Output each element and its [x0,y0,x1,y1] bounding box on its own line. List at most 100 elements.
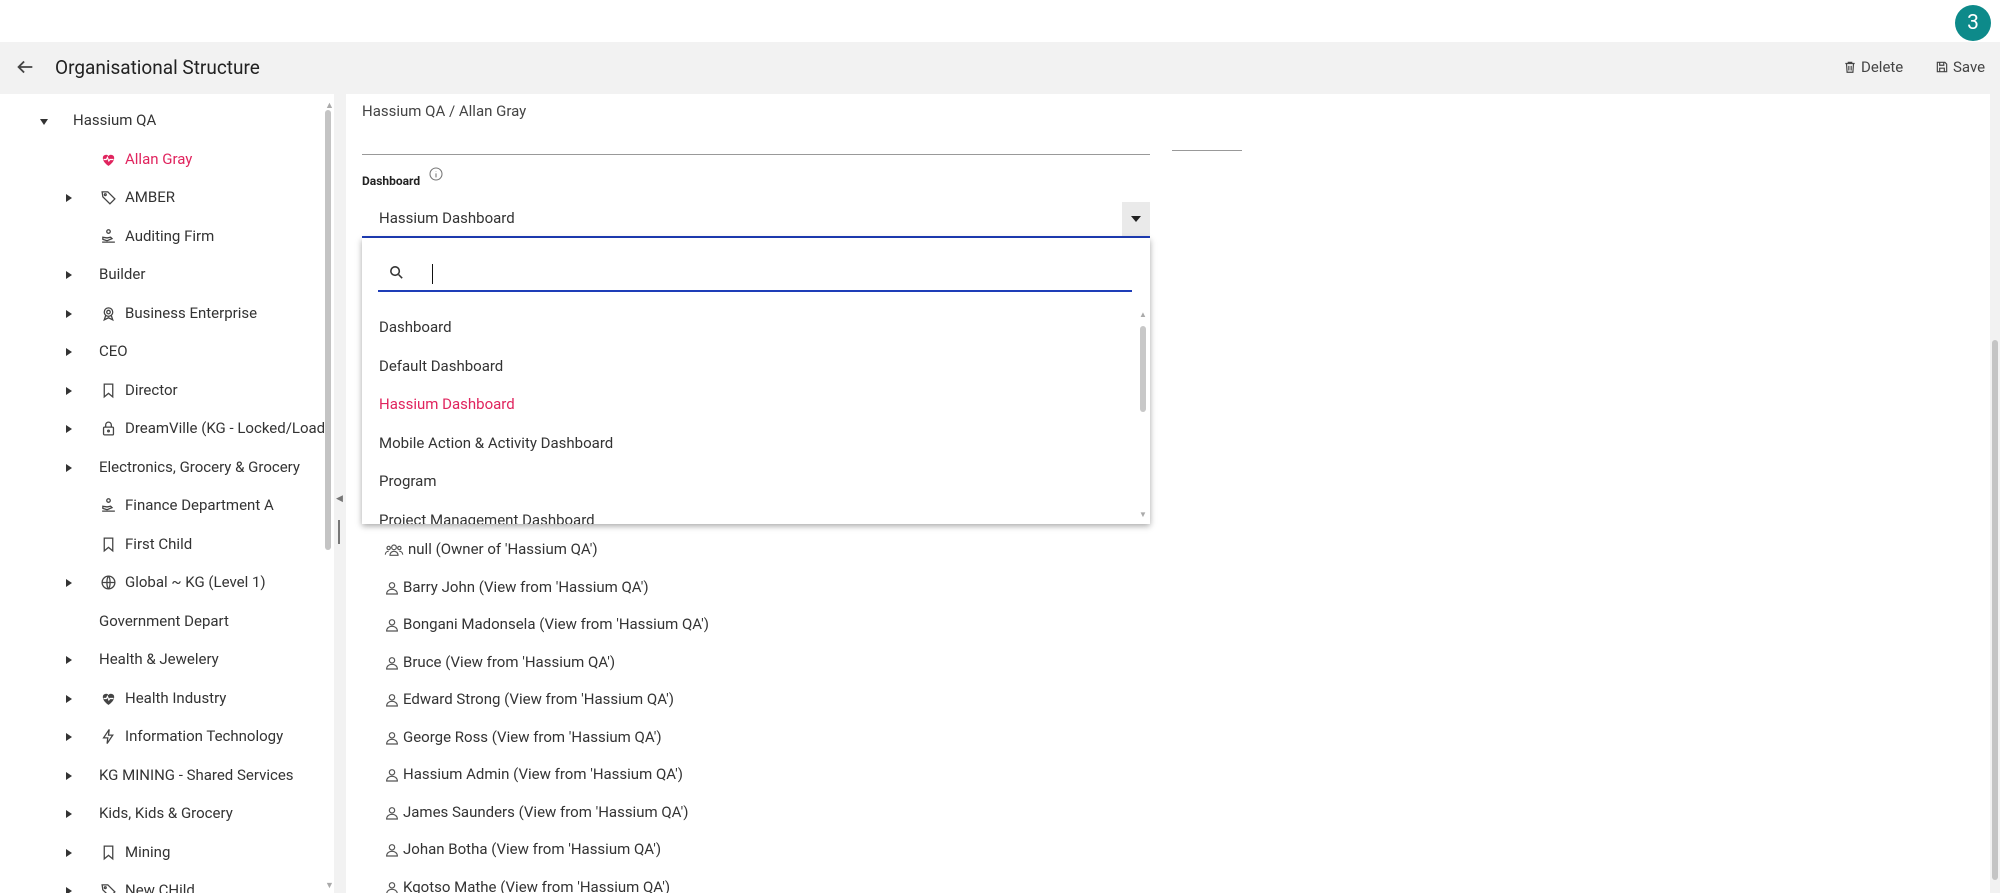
dropdown-option[interactable]: Dashboard [379,318,452,336]
bookmark-icon [100,844,117,861]
collapsed-caret-icon[interactable] [66,810,72,818]
tree-item-label: Information Technology [125,727,284,745]
permission-label: Bongani Madonsela (View from 'Hassium QA… [403,615,710,633]
collapse-panel-icon[interactable]: ◀ [336,494,343,504]
tree-item[interactable]: Health & Jewelery [12,645,334,675]
collapsed-caret-icon[interactable] [66,579,72,587]
tree-item[interactable]: Mining [12,838,334,868]
dropdown-option[interactable]: Mobile Action & Activity Dashboard [379,434,613,452]
tree-item[interactable]: Health Industry [12,684,334,714]
back-arrow-icon[interactable] [14,56,36,78]
resize-handle[interactable] [338,520,340,544]
user-icon [384,692,400,708]
tree-item[interactable]: New CHild [12,876,334,893]
trash-icon [1845,61,1855,73]
tree-item[interactable]: First Child [12,530,334,560]
collapsed-caret-icon[interactable] [66,271,72,279]
tree-item[interactable]: Kids, Kids & Grocery [12,799,334,829]
user-icon [384,805,400,821]
org-tree: Hassium QA Allan Gray AMBER Auditing Firm Bu… [12,94,334,893]
secondary-field-underline[interactable] [1172,150,1242,151]
info-icon[interactable] [428,166,444,182]
dropdown-scroll-up-icon[interactable]: ▲ [1139,310,1147,319]
tree-item[interactable]: Global ~ KG (Level 1) [12,568,334,598]
bookmark-icon [100,536,117,553]
tree-item[interactable]: CEO [12,337,334,367]
permission-label: Johan Botha (View from 'Hassium QA') [403,840,662,858]
tree-item-label: Allan Gray [125,149,193,168]
tree-item[interactable]: Director [12,376,334,406]
delete-label: Delete [1861,58,1904,76]
dropdown-option[interactable]: Hassium Dashboard [379,395,515,413]
user-icon [384,767,400,783]
tree-item[interactable]: Finance Department A [12,491,334,521]
permission-label: Hassium Admin (View from 'Hassium QA') [403,765,684,783]
collapsed-caret-icon[interactable] [66,386,72,395]
tree-item[interactable]: DreamVille (KG - Locked/Load [12,414,334,444]
app-root: Organisational Structure Delete Save 1 2… [0,0,2000,893]
collapsed-caret-icon[interactable] [66,848,72,857]
page-title: Organisational Structure [55,56,260,79]
tree-item[interactable]: Information Technology [12,722,334,752]
dropdown-scrollbar[interactable] [1140,326,1146,412]
expanded-caret-icon[interactable] [40,119,48,125]
tree-item[interactable]: Business Enterprise [12,299,334,329]
dropdown-option[interactable]: Program [379,472,436,490]
tree-item-label: Director [125,380,178,399]
user-icon [384,580,400,596]
text-cursor [432,264,433,284]
dashboard-select[interactable]: Hassium Dashboard [362,202,1150,238]
tree-item[interactable]: Hassium QA [12,106,334,136]
permission-label: George Ross (View from 'Hassium QA') [403,727,662,746]
heart-pulse-icon [100,690,117,707]
tree-item-label: New CHild [125,881,195,893]
dropdown-search-field[interactable] [378,256,1132,292]
bookmark-icon [100,382,117,399]
tree-item[interactable]: KG MINING - Shared Services [12,761,334,791]
tree-item[interactable]: Allan Gray [12,145,334,175]
collapsed-caret-icon[interactable] [66,463,72,472]
collapsed-caret-icon[interactable] [66,348,72,356]
tree-scrollbar[interactable] [325,110,331,550]
collapsed-caret-icon[interactable] [66,425,72,433]
main-scrollbar[interactable] [1992,340,1998,880]
tree-item-label: Government Depart [99,611,229,630]
save-label: Save [1953,58,1986,76]
permission-label: Kgotso Mathe (View from 'Hassium QA') [403,877,671,893]
dropdown-option[interactable]: Default Dashboard [379,357,503,375]
dropdown-scroll-down-icon[interactable]: ▼ [1139,510,1147,519]
globe-icon [100,574,117,591]
delete-button[interactable]: Delete [1843,58,1903,76]
collapsed-caret-icon[interactable] [66,887,72,893]
collapsed-caret-icon[interactable] [66,194,72,202]
collapsed-caret-icon[interactable] [66,771,72,780]
name-field-underline[interactable] [362,154,1150,155]
dropdown-option[interactable]: Project Management Dashboard [379,511,595,525]
tree-scroll-down-icon[interactable]: ▼ [325,880,334,891]
tree-item-label: Health Industry [125,688,227,707]
permission-label: Edward Strong (View from 'Hassium QA') [403,690,674,708]
tree-item-label: KG MINING - Shared Services [99,765,294,784]
lock-icon [100,420,117,437]
tree-item[interactable]: Government Depart [12,607,334,637]
tree-item[interactable]: AMBER [12,183,334,213]
tree-item-label: Business Enterprise [125,303,258,322]
dashboard-select-value: Hassium Dashboard [379,209,515,227]
heart-pulse-icon [100,151,117,168]
tree-item[interactable]: Auditing Firm [12,222,334,252]
select-dropdown-icon[interactable] [1122,202,1150,236]
tree-item[interactable]: Builder [12,260,334,290]
collapsed-caret-icon[interactable] [66,309,72,318]
tree-item-label: Builder [99,265,146,283]
callout-badge-3: 3 [1955,5,1991,41]
dropdown-search-input[interactable] [418,260,1118,286]
permission-label: null (Owner of 'Hassium QA') [408,540,598,558]
tree-item-label: AMBER [125,188,175,206]
collapsed-caret-icon[interactable] [66,694,72,703]
save-button[interactable]: Save [1935,58,1985,76]
collapsed-caret-icon[interactable] [66,656,72,664]
tree-item[interactable]: Electronics, Grocery & Grocery [12,453,334,483]
tree-item-label: Mining [125,842,171,861]
tag-icon [100,189,117,206]
collapsed-caret-icon[interactable] [66,733,72,741]
